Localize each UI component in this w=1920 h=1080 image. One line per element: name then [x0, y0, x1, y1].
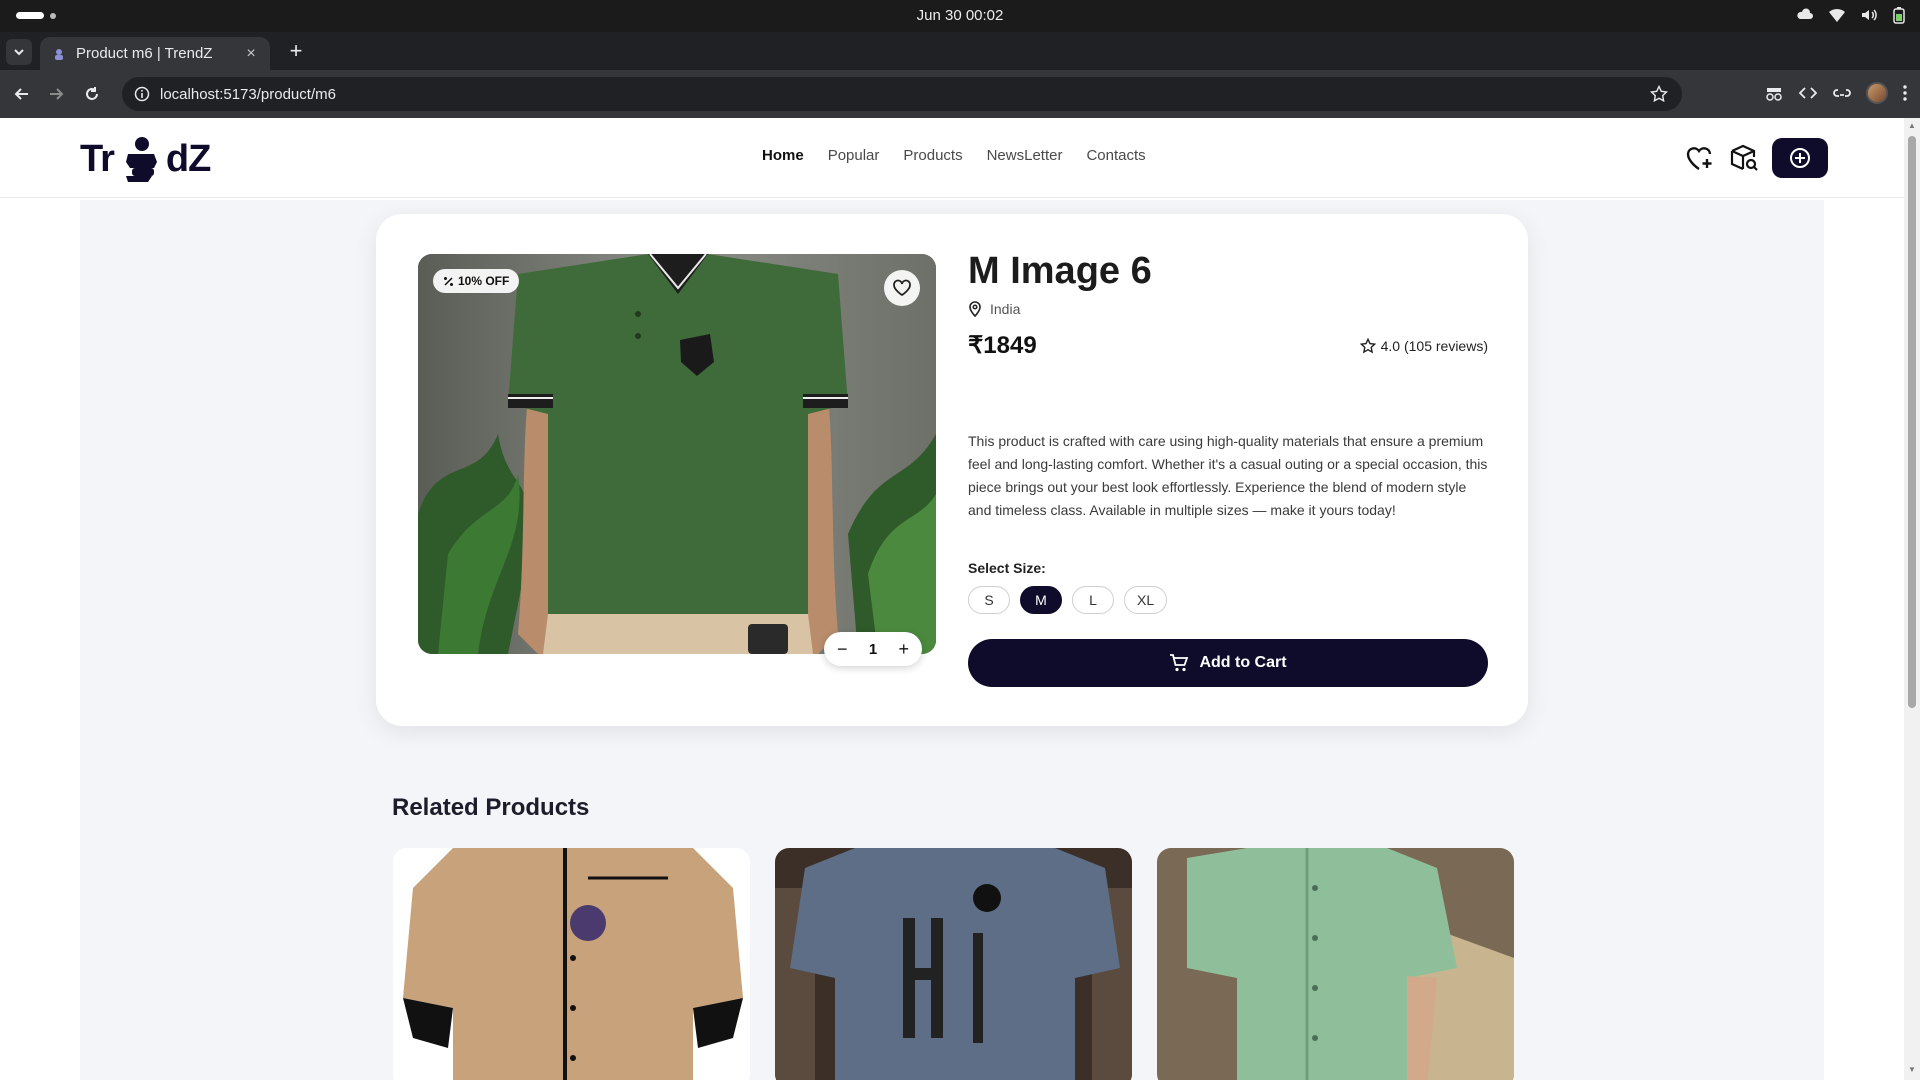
- size-option-xl[interactable]: XL: [1124, 586, 1168, 614]
- percent-icon: [444, 276, 453, 286]
- scroll-up-icon[interactable]: ▲: [1908, 122, 1916, 130]
- site-logo[interactable]: Tr dZ: [80, 134, 211, 184]
- package-search-icon: [1730, 144, 1758, 171]
- star-icon: [1359, 337, 1376, 353]
- page-scrollbar[interactable]: ▲ ▼: [1904, 118, 1920, 1080]
- browser-tab-active[interactable]: Product m6 | TrendZ ×: [40, 37, 270, 70]
- related-product-image: [775, 848, 1132, 1080]
- add-to-cart-button[interactable]: Add to Cart: [968, 639, 1488, 687]
- related-product-image: [393, 848, 750, 1080]
- logo-mascot-icon: [125, 137, 157, 182]
- cloud-icon: [1797, 8, 1813, 19]
- favorite-button[interactable]: [884, 270, 920, 306]
- related-product-card[interactable]: [775, 848, 1132, 1080]
- volume-icon: [1862, 9, 1877, 21]
- site-info-icon[interactable]: [134, 86, 150, 102]
- tab-close-icon[interactable]: ×: [242, 45, 260, 63]
- site-header: Tr dZ Home Popular Products NewsLetter C…: [0, 118, 1904, 198]
- product-card: 10% OFF − 1 + M Image 6 India ₹1849 4.0 …: [376, 214, 1528, 726]
- quantity-stepper: − 1 +: [824, 632, 922, 666]
- nav-products[interactable]: Products: [903, 147, 962, 164]
- map-pin-icon: [969, 301, 981, 317]
- back-button[interactable]: [10, 82, 34, 106]
- scroll-down-icon[interactable]: ▼: [1908, 1066, 1916, 1074]
- size-selector: S M L XL: [968, 586, 1488, 614]
- forward-button[interactable]: [44, 82, 68, 106]
- product-rating: 4.0 (105 reviews): [1359, 337, 1488, 354]
- size-label: Select Size:: [968, 560, 1046, 576]
- code-icon[interactable]: [1798, 83, 1818, 103]
- nav-home[interactable]: Home: [762, 147, 804, 164]
- address-bar[interactable]: localhost:5173/product/m6: [122, 77, 1682, 111]
- discount-badge: 10% OFF: [433, 269, 520, 293]
- scrollbar-thumb[interactable]: [1908, 136, 1916, 708]
- heart-plus-icon: [1686, 147, 1712, 171]
- product-image[interactable]: 10% OFF: [418, 254, 936, 654]
- arrow-left-icon: [14, 88, 28, 100]
- add-product-button[interactable]: [1772, 138, 1828, 178]
- logo-text-right: dZ: [165, 137, 211, 180]
- quantity-value: 1: [868, 640, 878, 658]
- os-top-bar: Jun 30 00:02: [0, 0, 1920, 32]
- orders-button[interactable]: [1728, 138, 1760, 178]
- product-info: M Image 6 India ₹1849 4.0 (105 reviews) …: [968, 250, 1488, 687]
- profile-avatar[interactable]: [1866, 82, 1888, 104]
- size-option-s[interactable]: S: [968, 586, 1010, 614]
- arrow-right-icon: [50, 88, 64, 100]
- more-vert-icon[interactable]: [1902, 84, 1908, 102]
- size-option-l[interactable]: L: [1072, 586, 1114, 614]
- main-nav: Home Popular Products NewsLetter Contact…: [762, 147, 1146, 164]
- product-price: ₹1849: [968, 332, 1037, 359]
- product-description: This product is crafted with care using …: [968, 433, 1488, 518]
- product-title: M Image 6: [968, 250, 1152, 292]
- reload-icon: [86, 87, 98, 100]
- reload-button[interactable]: [80, 82, 104, 106]
- tab-title: Product m6 | TrendZ: [76, 45, 213, 62]
- tab-search-button[interactable]: [6, 39, 32, 65]
- discount-text: 10% OFF: [458, 274, 510, 288]
- cart-icon: [1170, 654, 1189, 672]
- related-product-image: [1157, 848, 1514, 1080]
- decrease-quantity-button[interactable]: −: [832, 639, 852, 660]
- logo-text-left: Tr: [80, 137, 115, 180]
- incognito-icon[interactable]: [1764, 83, 1784, 103]
- plus-circle-icon: [1790, 148, 1810, 168]
- link-icon[interactable]: [1832, 83, 1852, 103]
- product-location: India: [968, 301, 1488, 317]
- heart-icon: [893, 279, 911, 297]
- location-text: India: [990, 301, 1021, 317]
- related-product-card[interactable]: [393, 848, 750, 1080]
- wishlist-button[interactable]: [1684, 138, 1716, 178]
- browser-tabstrip: Product m6 | TrendZ × +: [0, 32, 1920, 70]
- add-to-cart-label: Add to Cart: [1199, 654, 1287, 671]
- increase-quantity-button[interactable]: +: [894, 639, 914, 660]
- bookmark-star-icon[interactable]: [1650, 85, 1668, 103]
- header-actions: [1684, 138, 1828, 178]
- related-products-title: Related Products: [392, 794, 590, 821]
- toolbar-extensions: [1764, 82, 1908, 104]
- battery-icon: [1893, 7, 1905, 24]
- url-text[interactable]: localhost:5173/product/m6: [160, 86, 336, 103]
- rating-text: 4.0 (105 reviews): [1380, 337, 1488, 354]
- system-tray[interactable]: [1796, 6, 1906, 24]
- nav-newsletter[interactable]: NewsLetter: [987, 147, 1063, 164]
- nav-popular[interactable]: Popular: [828, 147, 880, 164]
- product-photo: [418, 254, 936, 654]
- browser-toolbar: localhost:5173/product/m6: [0, 70, 1920, 118]
- price-row: ₹1849 4.0 (105 reviews): [968, 331, 1488, 360]
- web-page: Tr dZ Home Popular Products NewsLetter C…: [0, 118, 1904, 1080]
- related-product-card[interactable]: [1157, 848, 1514, 1080]
- favicon-icon: [55, 48, 63, 60]
- nav-contacts[interactable]: Contacts: [1086, 147, 1145, 164]
- chevron-down-icon: [14, 49, 24, 56]
- os-clock[interactable]: Jun 30 00:02: [0, 7, 1920, 24]
- new-tab-button[interactable]: +: [282, 39, 310, 65]
- wifi-icon: [1829, 8, 1845, 22]
- size-option-m[interactable]: M: [1020, 586, 1062, 614]
